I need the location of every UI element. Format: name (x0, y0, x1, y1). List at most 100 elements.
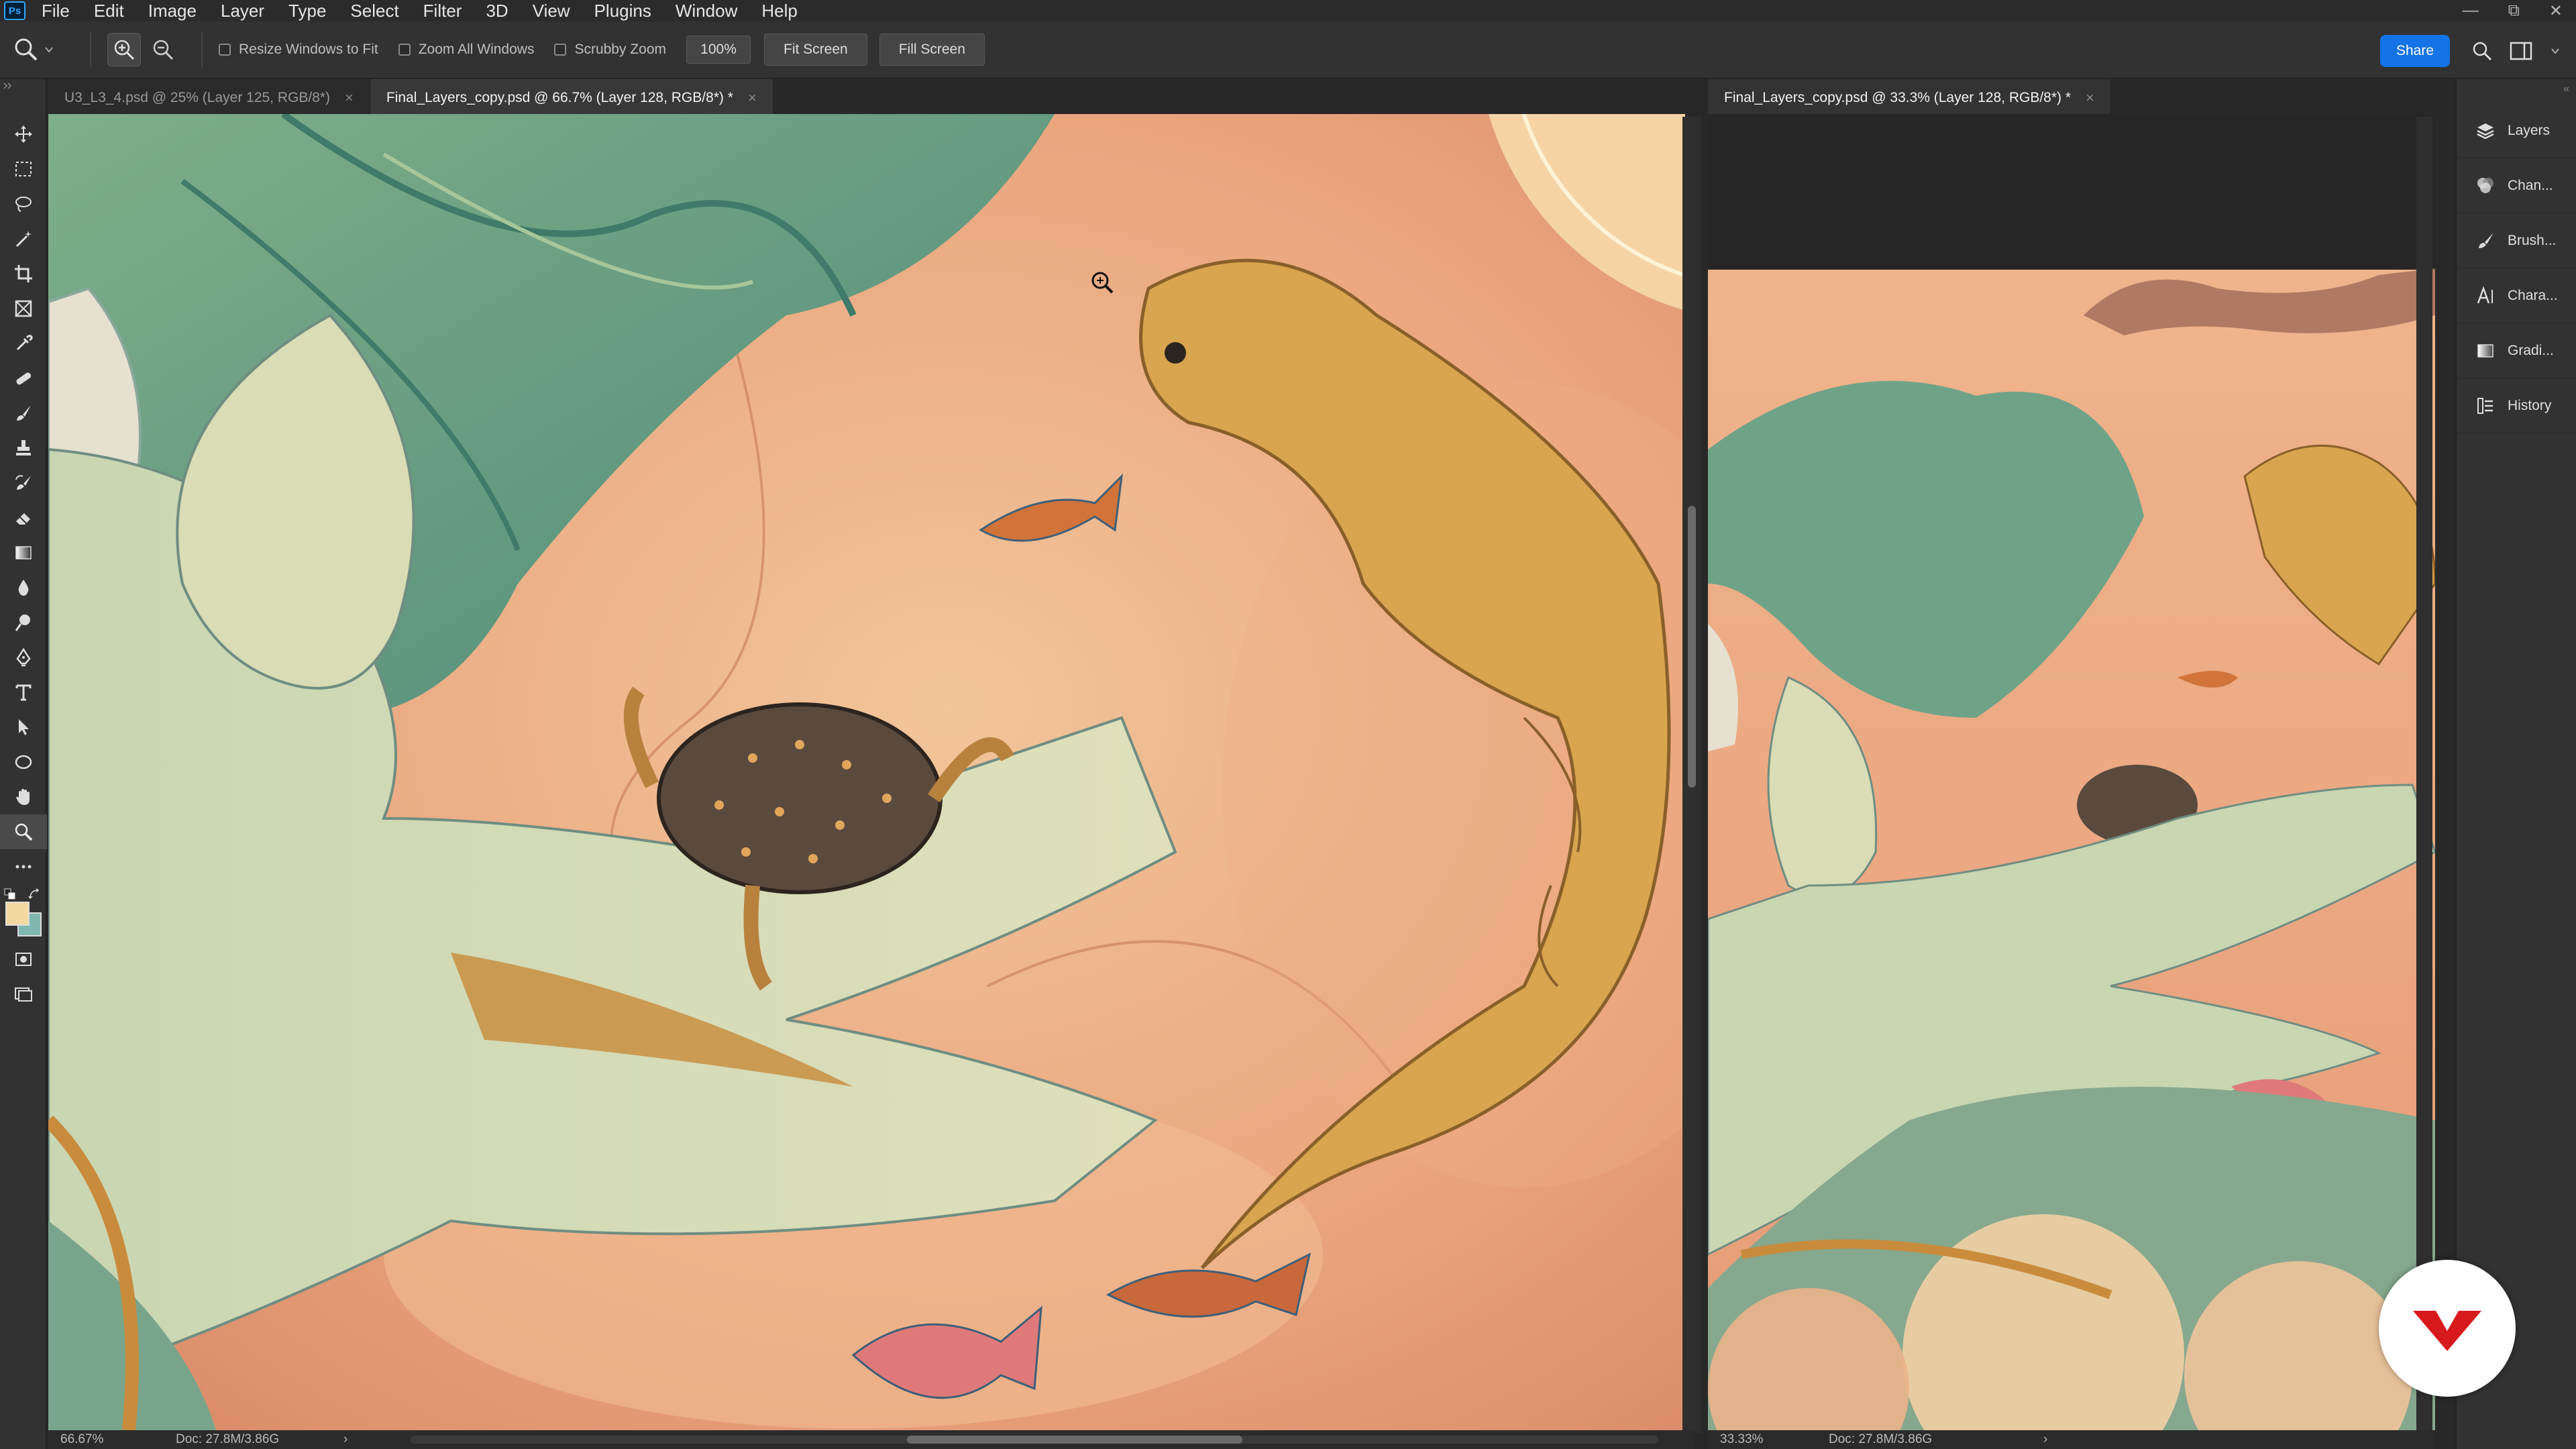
workspace-button[interactable] (2506, 36, 2536, 66)
move-tool[interactable] (0, 117, 47, 152)
menu-help[interactable]: Help (749, 0, 809, 21)
panel-layers[interactable]: Layers (2457, 103, 2576, 158)
brush-icon (17, 405, 31, 421)
gradient-icon (2475, 341, 2496, 361)
canvas-area[interactable] (48, 114, 1685, 1430)
zoom-level[interactable]: 33.33% (1708, 1432, 1782, 1447)
document-tab[interactable]: U3_L3_4.psd @ 25% (Layer 125, RGB/8*) × (48, 79, 370, 117)
artwork-canvas-overview[interactable] (1708, 114, 2435, 1430)
scrubby-zoom-checkbox[interactable]: Scrubby Zoom (554, 42, 666, 58)
checkbox-box[interactable] (398, 44, 411, 56)
canvas-area[interactable] (1708, 114, 2435, 1430)
menu-3d[interactable]: 3D (474, 0, 520, 21)
minimize-icon[interactable]: — (2463, 1, 2479, 20)
tab-label: Final_Layers_copy.psd @ 33.3% (Layer 128… (1724, 90, 2072, 105)
restore-icon[interactable]: ⧉ (2508, 1, 2520, 20)
menu-filter[interactable]: Filter (411, 0, 474, 21)
scroll-thumb[interactable] (1688, 506, 1696, 788)
zoom-in-button[interactable] (107, 33, 141, 66)
zoom-100-button[interactable]: 100% (686, 36, 751, 64)
tool-preset-picker[interactable] (13, 37, 74, 62)
type-icon (15, 684, 32, 701)
menu-window[interactable]: Window (663, 0, 749, 21)
share-button[interactable]: Share (2380, 35, 2450, 67)
brush-tool[interactable] (0, 396, 47, 431)
tools-panel (0, 79, 47, 1449)
crop-tool[interactable] (0, 256, 47, 291)
eraser-tool[interactable] (0, 500, 47, 535)
dodge-tool[interactable] (0, 605, 47, 640)
more-tools[interactable] (0, 849, 47, 884)
horizontal-scrollbar[interactable] (411, 1436, 1658, 1444)
status-expand-icon[interactable]: › (343, 1432, 347, 1447)
eyedropper-icon (16, 335, 33, 351)
document-tab[interactable]: Final_Layers_copy.psd @ 33.3% (Layer 128… (1708, 79, 2111, 117)
chevron-down-icon (2551, 48, 2559, 54)
zoom-tool[interactable] (0, 814, 47, 849)
quick-mask-button[interactable] (0, 942, 47, 977)
color-swatches (0, 884, 46, 942)
menu-type[interactable]: Type (276, 0, 338, 21)
frame-tool[interactable] (0, 291, 47, 326)
menu-select[interactable]: Select (338, 0, 411, 21)
path-selection-tool[interactable] (0, 710, 47, 745)
ellipse-tool[interactable] (0, 745, 47, 780)
tab-label: Final_Layers_copy.psd @ 66.7% (Layer 128… (386, 90, 733, 105)
status-expand-icon[interactable]: › (2043, 1432, 2047, 1447)
clone-stamp-tool[interactable] (0, 431, 47, 466)
default-colors-icon (4, 888, 15, 900)
zoom-level[interactable]: 66.67% (48, 1432, 122, 1447)
checkbox-box[interactable] (219, 44, 231, 56)
fill-screen-button[interactable]: Fill Screen (879, 34, 985, 66)
hand-tool[interactable] (0, 780, 47, 814)
blur-tool[interactable] (0, 570, 47, 605)
tools-header (0, 79, 46, 117)
lasso-tool[interactable] (0, 186, 47, 221)
close-tab-icon[interactable]: × (2086, 89, 2094, 107)
menu-image[interactable]: Image (136, 0, 209, 21)
healing-brush-tool[interactable] (0, 361, 47, 396)
menu-view[interactable]: View (521, 0, 582, 21)
search-button[interactable] (2467, 36, 2497, 66)
close-icon[interactable]: ✕ (2549, 1, 2563, 21)
foreground-color-swatch[interactable] (5, 902, 30, 926)
document-tab-active[interactable]: Final_Layers_copy.psd @ 66.7% (Layer 128… (370, 79, 773, 117)
document-window-right: Final_Layers_copy.psd @ 33.3% (Layer 128… (1708, 74, 2435, 1449)
panel-history[interactable]: History (2457, 378, 2576, 433)
vertical-scrollbar[interactable] (1682, 117, 1701, 1433)
expand-panels-icon[interactable]: « (2563, 83, 2569, 99)
workspace-menu-button[interactable] (2546, 36, 2564, 66)
panel-label: Brush... (2508, 232, 2557, 248)
zoom-out-button[interactable] (146, 33, 180, 66)
checkbox-box[interactable] (554, 44, 567, 56)
search-icon (2473, 42, 2492, 61)
fit-screen-button[interactable]: Fit Screen (764, 34, 867, 66)
artwork-canvas[interactable] (48, 114, 1685, 1430)
scroll-thumb[interactable] (907, 1436, 1242, 1444)
workspace-icon (2510, 42, 2532, 60)
zoom-all-windows-checkbox[interactable]: Zoom All Windows (398, 42, 534, 58)
move-icon (15, 125, 32, 143)
menu-edit[interactable]: Edit (82, 0, 136, 21)
menu-layer[interactable]: Layer (209, 0, 276, 21)
menu-plugins[interactable]: Plugins (582, 0, 663, 21)
panel-character[interactable]: Chara... (2457, 268, 2576, 323)
history-brush-tool[interactable] (0, 466, 47, 500)
tab-label: U3_L3_4.psd @ 25% (Layer 125, RGB/8*) (64, 90, 331, 105)
panel-channels[interactable]: Chan... (2457, 158, 2576, 213)
screen-mode-button[interactable] (0, 977, 47, 1012)
doc-size: Doc: 27.8M/3.86G (176, 1432, 280, 1446)
vertical-scrollbar[interactable] (2416, 117, 2432, 1433)
pen-tool[interactable] (0, 640, 47, 675)
type-tool[interactable] (0, 675, 47, 710)
menu-file[interactable]: File (30, 0, 82, 21)
close-tab-icon[interactable]: × (748, 89, 757, 107)
magic-wand-tool[interactable] (0, 221, 47, 256)
panel-brushes[interactable]: Brush... (2457, 213, 2576, 268)
resize-windows-checkbox[interactable]: Resize Windows to Fit (219, 42, 378, 58)
eyedropper-tool[interactable] (0, 326, 47, 361)
gradient-tool[interactable] (0, 535, 47, 570)
panel-gradients[interactable]: Gradi... (2457, 323, 2576, 378)
marquee-tool[interactable] (0, 152, 47, 186)
close-tab-icon[interactable]: × (345, 89, 354, 107)
